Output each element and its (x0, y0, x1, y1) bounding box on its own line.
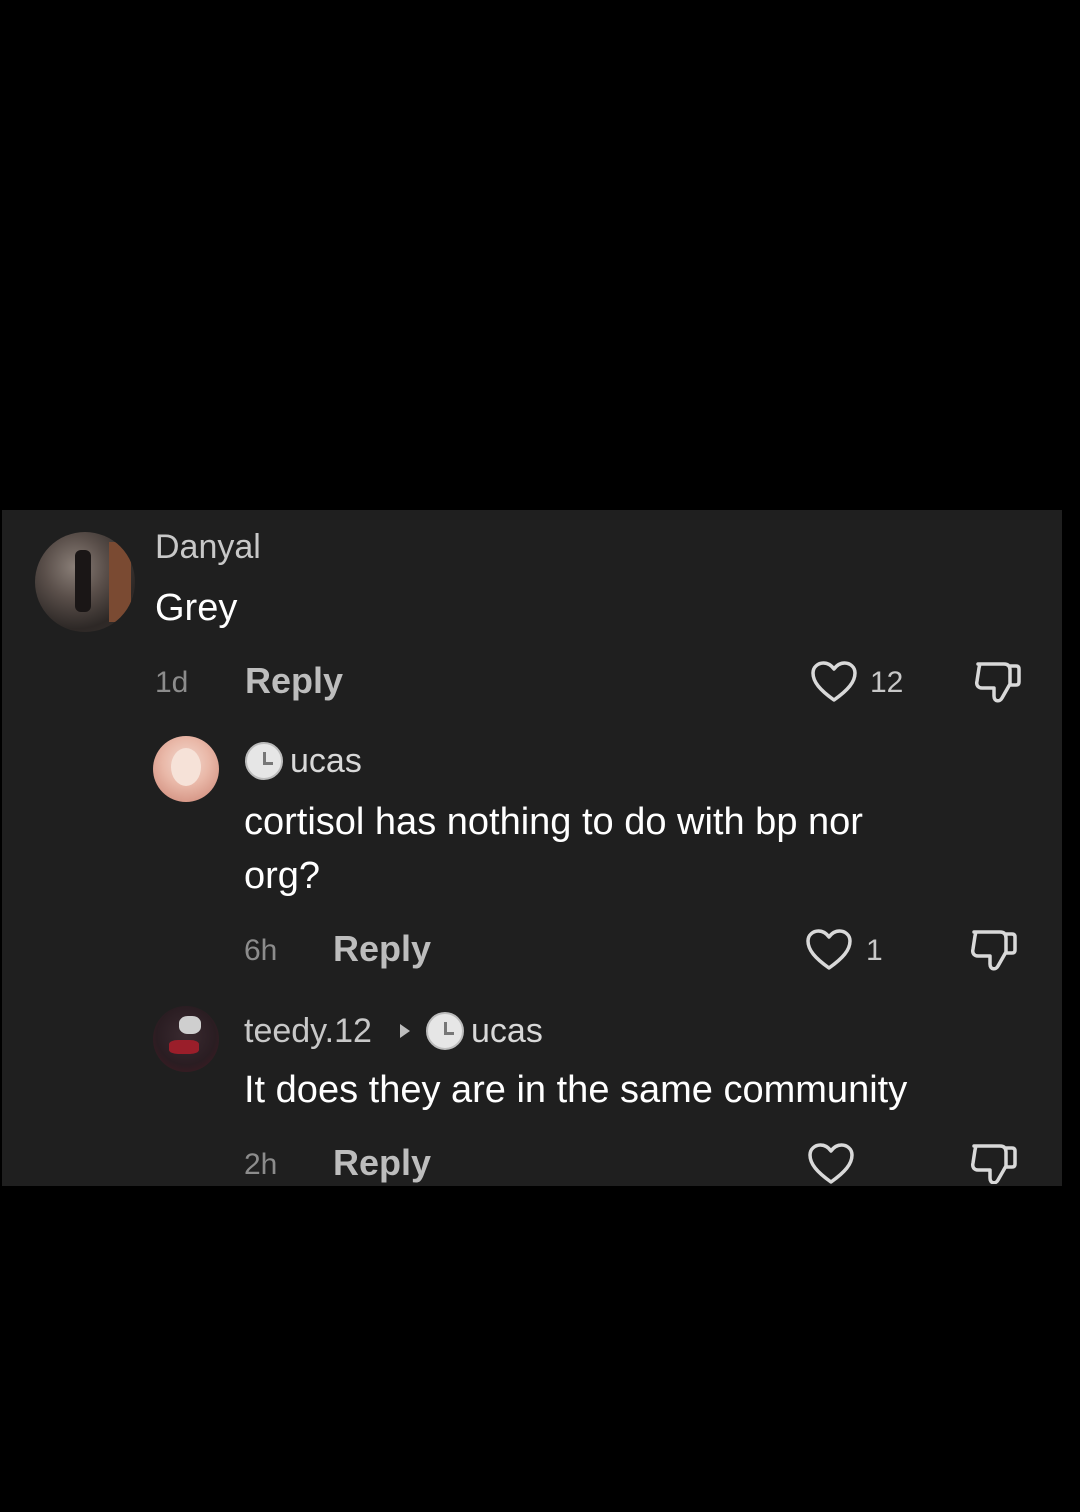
reply-to-username[interactable]: ucas (471, 1012, 543, 1051)
avatar-face (171, 748, 201, 786)
reply-button[interactable]: Reply (333, 928, 431, 970)
avatar-background (109, 542, 131, 622)
dislike-icon[interactable] (968, 1140, 1020, 1184)
dislike-icon[interactable] (972, 658, 1024, 706)
comment-username[interactable]: teedy.12 (244, 1012, 372, 1051)
comment-text-line-2: org? (244, 855, 321, 897)
comment-time: 1d (155, 666, 189, 699)
avatar-detail (169, 1040, 199, 1054)
comment-text: Grey (155, 587, 238, 629)
comment-text: It does they are in the same community (244, 1069, 908, 1111)
like-count: 12 (870, 666, 904, 699)
avatar-figure (75, 550, 91, 612)
screen: Danyal Grey 1d Reply 12 ucas cortisol ha… (0, 0, 1080, 1512)
comment-username[interactable]: Danyal (155, 528, 261, 567)
clock-icon (426, 1012, 464, 1050)
avatar[interactable] (35, 532, 135, 632)
like-count: 1 (866, 934, 883, 967)
heart-icon[interactable] (807, 1142, 855, 1186)
clock-icon (245, 742, 283, 780)
comment-time: 2h (244, 1148, 278, 1181)
heart-icon[interactable] (805, 928, 853, 972)
avatar[interactable] (153, 736, 219, 802)
comment-time: 6h (244, 934, 278, 967)
reply-button[interactable]: Reply (245, 660, 343, 702)
dislike-icon[interactable] (968, 926, 1020, 974)
reply-button[interactable]: Reply (333, 1142, 431, 1184)
caret-right-icon (400, 1024, 410, 1038)
avatar[interactable] (153, 1006, 219, 1072)
avatar-detail (179, 1016, 201, 1034)
heart-icon[interactable] (810, 660, 858, 704)
comment-username[interactable]: ucas (290, 742, 362, 781)
comment-text-line-1: cortisol has nothing to do with bp nor (244, 801, 863, 843)
comments-panel: Danyal Grey 1d Reply 12 ucas cortisol ha… (2, 510, 1062, 1186)
